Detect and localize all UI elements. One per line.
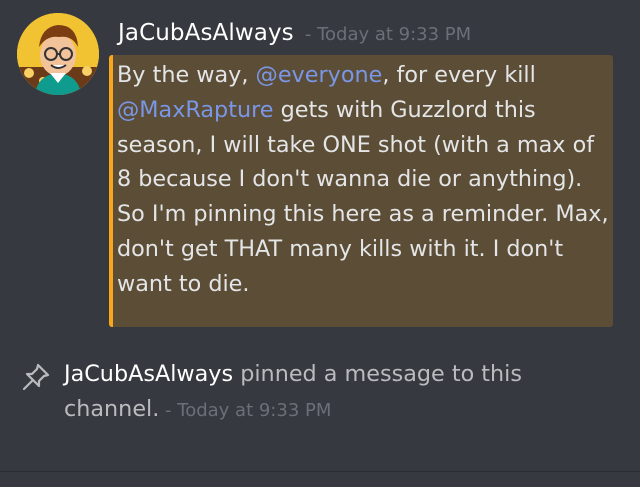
pin-icon [22,363,50,391]
message-text: By the way, [117,62,256,88]
avatar[interactable] [17,13,99,95]
mention-user[interactable]: @MaxRapture [117,97,273,123]
timestamp: - Today at 9:33 PM [304,24,472,45]
message-text: , for every kill [382,62,536,88]
message-header: JaCubAsAlways - Today at 9:33 PM [118,16,471,50]
username[interactable]: JaCubAsAlways [118,20,294,46]
chat-message: JaCubAsAlways - Today at 9:33 PM By the … [0,0,640,340]
avatar-illustration [17,13,99,95]
mention-everyone[interactable]: @everyone [256,62,383,88]
system-message-pinned: JaCubAsAlways pinned a message to this c… [0,355,640,435]
system-timestamp: - Today at 9:33 PM [159,400,332,421]
message-content: By the way, @everyone, for every kill @M… [117,58,609,302]
system-message-text: JaCubAsAlways pinned a message to this c… [64,357,624,428]
message-text: gets with Guzzlord this season, I will t… [117,96,609,297]
divider [0,471,640,472]
system-username[interactable]: JaCubAsAlways [64,361,233,387]
